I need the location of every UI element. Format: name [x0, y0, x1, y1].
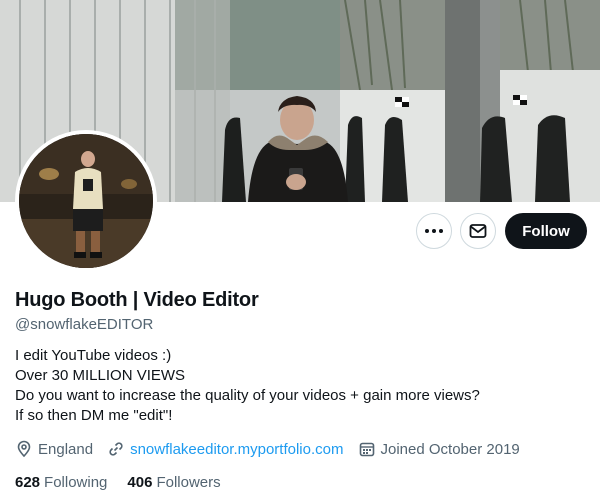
following-link[interactable]: 628 Following	[15, 474, 107, 491]
following-count: 628	[15, 474, 41, 491]
display-name: Hugo Booth | Video Editor	[15, 289, 259, 311]
message-button[interactable]	[460, 213, 496, 249]
bio-line: I edit YouTube videos :)	[15, 347, 172, 364]
link-icon	[109, 442, 123, 456]
bio-line: If so then DM me "edit"!	[15, 407, 173, 424]
website-link[interactable]: snowflakeeditor.myportfolio.com	[130, 441, 343, 458]
bio-line: Over 30 MILLION VIEWS	[15, 367, 186, 384]
join-date-text: Joined October 2019	[380, 440, 520, 458]
location: England	[15, 440, 93, 458]
location-text: England	[38, 440, 94, 458]
follow-stats: 628 Following 406 Followers	[15, 474, 241, 491]
envelope-icon	[469, 224, 487, 238]
profile-meta: England snowflakeeditor.myportfolio.com …	[15, 440, 534, 458]
followers-label: Followers	[156, 474, 221, 491]
location-pin-icon	[17, 440, 31, 458]
bio-line: Do you want to increase the quality of y…	[15, 387, 480, 404]
join-date: Joined October 2019	[358, 440, 520, 458]
website: snowflakeeditor.myportfolio.com	[107, 440, 344, 458]
calendar-icon	[359, 442, 374, 457]
followers-count: 406	[127, 474, 153, 491]
follow-button[interactable]: Follow	[505, 213, 587, 249]
bio: I edit YouTube videos :) Over 30 MILLION…	[15, 346, 480, 426]
user-handle: @snowflakeEDITOR	[15, 316, 154, 333]
following-label: Following	[44, 474, 108, 491]
more-options-button[interactable]	[416, 213, 452, 249]
avatar-image	[19, 134, 153, 268]
followers-link[interactable]: 406 Followers	[127, 474, 220, 491]
more-horizontal-icon	[425, 229, 443, 233]
avatar[interactable]	[15, 130, 157, 272]
